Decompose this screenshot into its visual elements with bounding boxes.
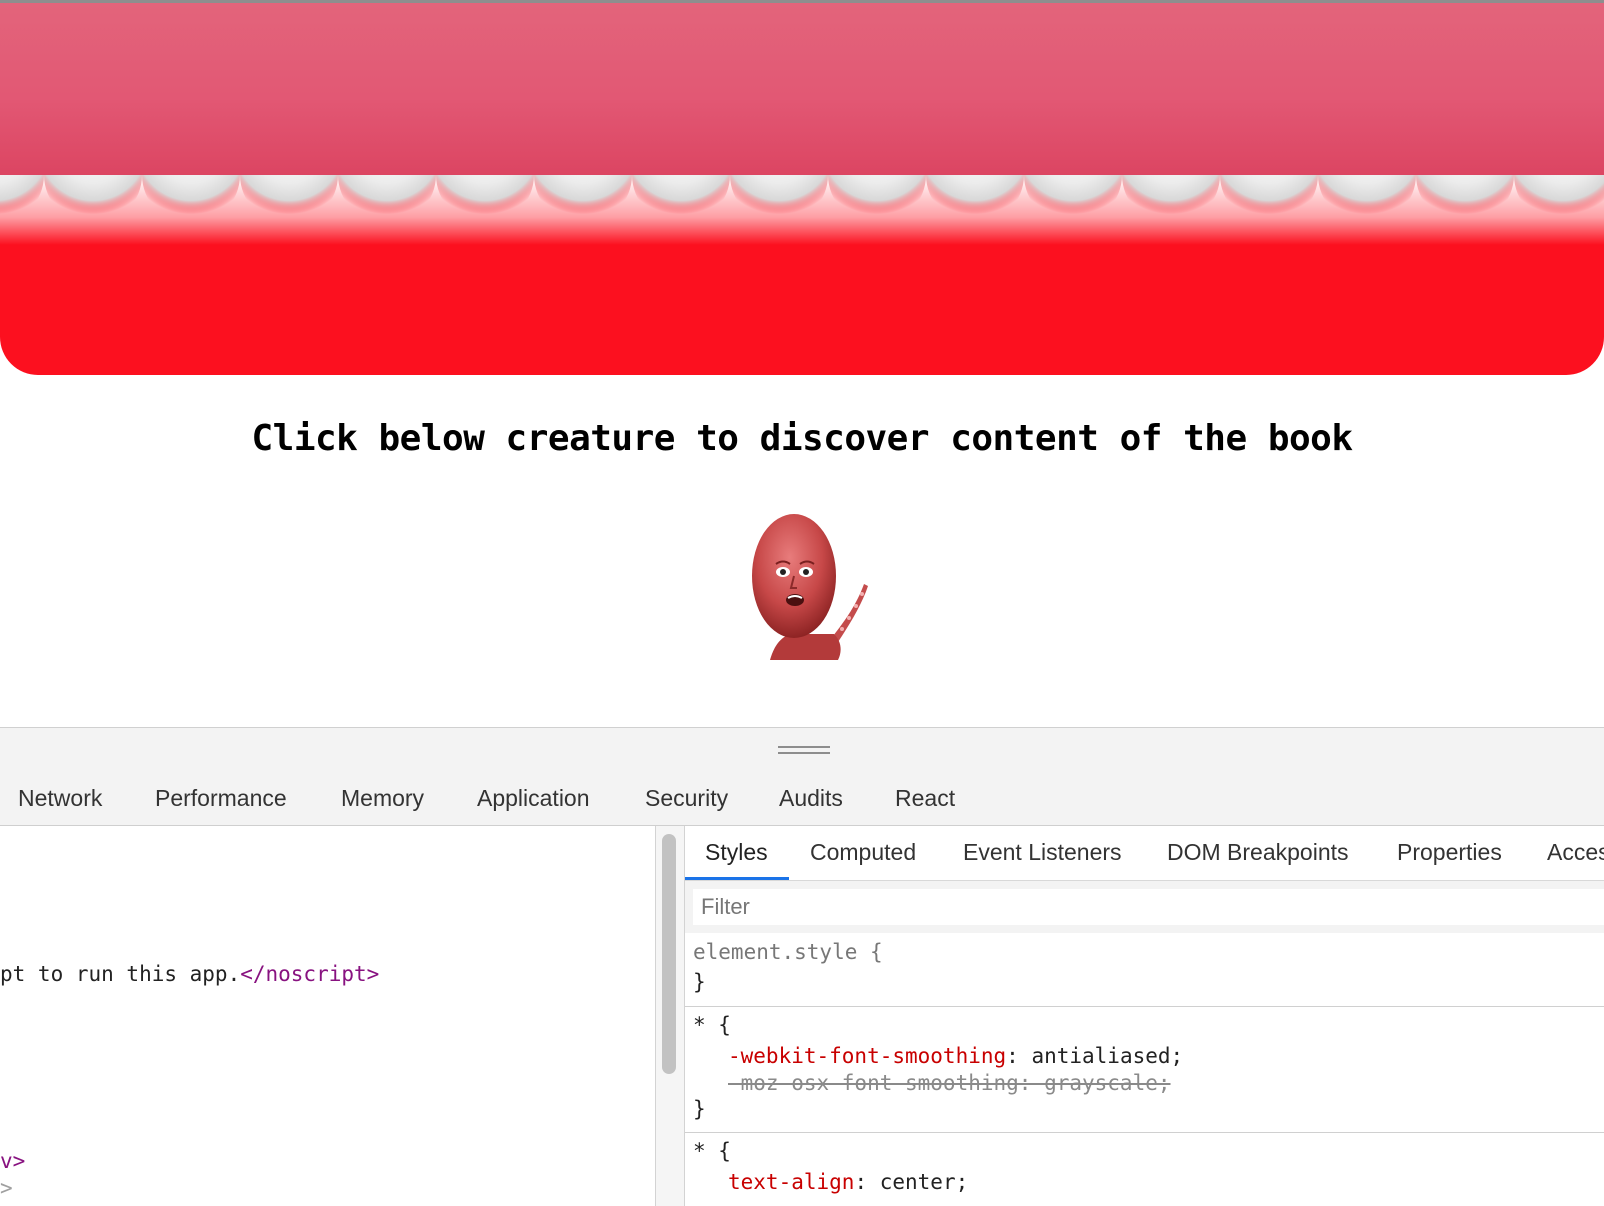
declaration-moz-font-smoothing-overridden[interactable]: -moz-osx-font-smoothing: grayscale; — [728, 1071, 1171, 1095]
page-title: Click below creature to discover content… — [251, 418, 1353, 459]
tab-audits[interactable]: Audits — [779, 785, 843, 812]
subtab-event-listeners[interactable]: Event Listeners — [963, 839, 1122, 866]
noscript-close-tag: </noscript> — [240, 962, 380, 986]
declaration-webkit-font-smoothing[interactable]: -webkit-font-smoothing: antialiased; — [728, 1044, 1183, 1068]
styles-sidebar: Styles Computed Event Listeners DOM Brea… — [685, 826, 1604, 1206]
rule-close-brace: } — [693, 1097, 706, 1121]
rule-universal-text-align[interactable]: * { text-align: center; — [685, 1133, 1604, 1206]
property-name: text-align — [728, 1170, 855, 1194]
tab-react[interactable]: React — [895, 785, 955, 812]
devtools-main-tabbar: Network Performance Memory Application S… — [0, 772, 1604, 826]
styles-filter-bar — [685, 881, 1604, 933]
tab-application[interactable]: Application — [477, 785, 590, 812]
grip-line — [778, 752, 830, 754]
property-name: -webkit-font-smoothing — [728, 1044, 1007, 1068]
devtools-resize-handle[interactable] — [0, 727, 1604, 773]
rule-selector: * { — [693, 1013, 731, 1037]
dom-line-close-div[interactable]: v> — [0, 1149, 25, 1173]
dom-line-close[interactable]: > — [0, 1176, 13, 1200]
tab-performance[interactable]: Performance — [155, 785, 287, 812]
dom-line-noscript[interactable]: pt to run this app.</noscript> — [0, 962, 379, 986]
tab-network[interactable]: Network — [18, 785, 102, 812]
rule-element-style[interactable]: element.style { } — [685, 934, 1604, 1006]
awning-top-band — [0, 3, 1604, 175]
styles-filter-input[interactable] — [693, 889, 1604, 925]
subtab-accessibility[interactable]: Acces — [1547, 839, 1604, 866]
noscript-text: pt to run this app. — [0, 962, 241, 986]
tab-security[interactable]: Security — [645, 785, 728, 812]
subtab-properties[interactable]: Properties — [1397, 839, 1502, 866]
declaration-text-align[interactable]: text-align: center; — [728, 1170, 968, 1194]
creature-image[interactable] — [750, 514, 900, 684]
elements-dom-tree[interactable]: pt to run this app.</noscript> v> > — [0, 826, 656, 1206]
tab-memory[interactable]: Memory — [341, 785, 424, 812]
property-value: : center; — [854, 1170, 969, 1194]
styles-subtabbar: Styles Computed Event Listeners DOM Brea… — [685, 826, 1604, 881]
active-subtab-indicator — [685, 877, 789, 880]
rule-close-brace: } — [693, 970, 706, 994]
awning-red-band — [0, 175, 1604, 375]
grip-line — [778, 746, 830, 748]
subtab-computed[interactable]: Computed — [810, 839, 916, 866]
rule-selector: element.style { — [693, 940, 883, 964]
property-value: : antialiased; — [1006, 1044, 1184, 1068]
subtab-dom-breakpoints[interactable]: DOM Breakpoints — [1167, 839, 1349, 866]
awning-scallops — [0, 175, 1604, 245]
rule-selector: * { — [693, 1139, 731, 1163]
rule-universal-font-smoothing[interactable]: * { -webkit-font-smoothing: antialiased;… — [685, 1007, 1604, 1132]
subtab-styles[interactable]: Styles — [705, 839, 768, 866]
elements-scrollbar-thumb[interactable] — [662, 834, 676, 1074]
